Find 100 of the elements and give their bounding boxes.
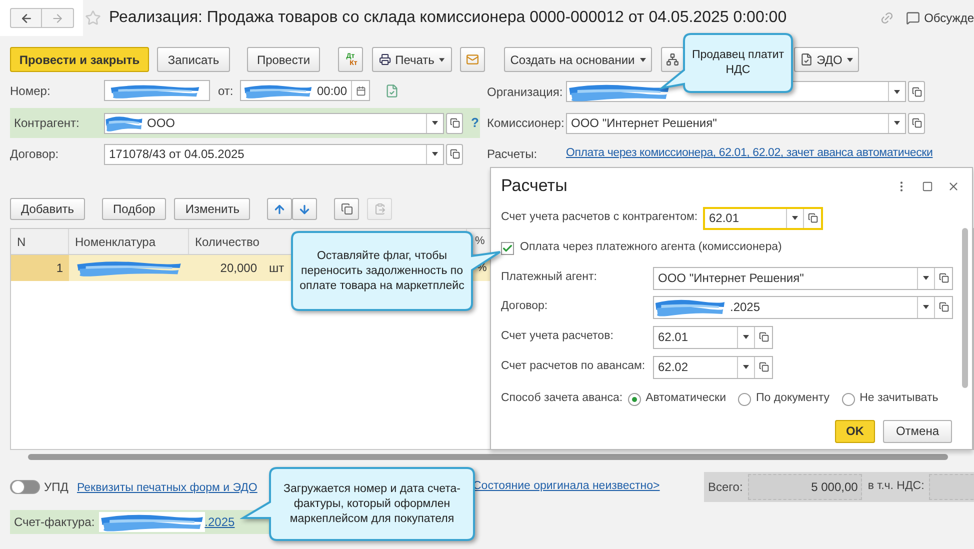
open-icon[interactable] [808, 213, 818, 223]
vat-label: в т.ч. НДС: [868, 479, 924, 494]
up-arrow-icon [273, 202, 286, 216]
field-label: Договор: [10, 146, 60, 163]
back-button[interactable] [10, 8, 42, 28]
upd-label: УПД [44, 479, 70, 496]
callout-tooltip: Продавец платит НДС [658, 32, 796, 96]
structure-button[interactable] [661, 47, 684, 72]
column-header[interactable]: % [475, 233, 485, 250]
caret-icon [894, 121, 900, 125]
open-icon [912, 86, 922, 96]
open-button[interactable] [446, 144, 463, 164]
settlements-link[interactable]: Оплата через комиссионера, 62.01, 62.02, зачет аванса автоматически [566, 145, 933, 163]
caret-icon [432, 152, 438, 156]
field-label: Счет учета расчетов с контрагентом: [501, 210, 699, 226]
input-field[interactable]: ООО "Интернет Решения" [566, 112, 906, 134]
caret-icon [923, 305, 929, 309]
input-field[interactable]: ООО [104, 112, 444, 134]
ok-button[interactable]: OK [834, 420, 875, 442]
document-check-icon [385, 84, 399, 98]
open-icon[interactable] [758, 362, 768, 372]
column-header[interactable]: Номенклатура [75, 232, 156, 250]
edo-button[interactable]: ЭДО [794, 47, 859, 72]
print-forms-link[interactable]: Реквизиты печатных форм и ЭДО [77, 482, 258, 494]
mail-button[interactable] [460, 47, 485, 72]
field-label: Расчеты: [487, 146, 538, 163]
radio-button[interactable] [738, 392, 752, 406]
account-field[interactable]: 62.01 [653, 326, 773, 348]
field-label: от: [218, 82, 234, 100]
field-label: Комиссионер: [487, 115, 566, 132]
document-icon [800, 53, 813, 66]
structure-icon [666, 53, 679, 66]
checkbox[interactable] [501, 242, 514, 254]
calendar-icon [356, 86, 366, 96]
field-label: Контрагент: [14, 115, 80, 132]
account-field[interactable]: 62.02 [653, 356, 773, 378]
scrollbar[interactable] [962, 228, 968, 388]
post-and-close-button[interactable]: Провести и закрыть [10, 47, 149, 72]
discussion-link[interactable]: Обсужде [924, 9, 974, 27]
toolbar-button[interactable]: Провести [247, 47, 320, 72]
field-label: Организация: [487, 84, 564, 100]
open-icon [450, 118, 460, 128]
open-icon[interactable] [938, 302, 948, 312]
copy-icon [340, 203, 353, 215]
table-cell-text: 1 [56, 260, 63, 277]
dialog-title: Расчеты [501, 175, 568, 198]
table-button[interactable]: Подбор [102, 198, 166, 220]
input-field[interactable]: .2025 [653, 296, 953, 318]
print-button[interactable]: Печать [372, 47, 452, 72]
horizontal-scrollbar[interactable] [28, 454, 948, 460]
help-mark[interactable]: ? [471, 113, 479, 133]
caret-icon [743, 365, 749, 369]
chat-icon[interactable] [906, 11, 920, 25]
radio-button[interactable] [842, 392, 855, 406]
column-header[interactable]: N [17, 232, 26, 250]
close-icon[interactable] [947, 180, 960, 192]
caret-icon [847, 58, 854, 62]
caret-icon [640, 58, 646, 62]
toolbar-button[interactable]: Записать [157, 47, 230, 72]
table-button[interactable]: Добавить [10, 198, 86, 220]
open-button[interactable] [908, 81, 925, 102]
radio-button[interactable] [628, 392, 641, 406]
field-label: Номер: [10, 82, 52, 100]
table-button[interactable]: Изменить [174, 198, 250, 220]
input-field[interactable] [104, 80, 210, 101]
forward-arrow-icon [51, 12, 64, 24]
open-button[interactable] [446, 112, 463, 134]
copy-button[interactable] [334, 198, 360, 220]
open-icon[interactable] [758, 332, 768, 342]
upd-toggle[interactable] [10, 480, 40, 494]
down-arrow-icon [298, 202, 312, 216]
radio-label: По документу [756, 391, 830, 406]
cancel-button[interactable]: Отмена [882, 420, 952, 442]
total-label: Всего: [708, 479, 743, 496]
open-icon [450, 149, 460, 159]
input-field[interactable]: ООО "Интернет Решения" [653, 266, 953, 290]
radio-label: Автоматически [646, 391, 726, 406]
clipboard-icon [374, 203, 386, 215]
favorite-star-icon[interactable] [85, 10, 101, 26]
move-up-button[interactable] [267, 198, 292, 220]
total-field: 5 000,00 [748, 474, 862, 500]
open-icon[interactable] [938, 273, 948, 283]
field-label: Счет учета расчетов: [501, 329, 614, 344]
account-field[interactable]: 62.01 [703, 206, 823, 230]
caret-icon [923, 276, 929, 280]
input-field[interactable]: 171078/43 от 04.05.2025 [104, 144, 444, 164]
create-based-on-button[interactable]: Создать на основании [504, 47, 652, 72]
caret-icon [743, 335, 749, 339]
table-cell-text: шт [269, 260, 284, 277]
radio-label: Не зачитывать [860, 391, 938, 406]
printer-icon [379, 53, 392, 66]
checkbox-label: Оплата через платежного агента (комиссионера) [520, 240, 782, 256]
invoice-link[interactable]: .2025 [204, 513, 235, 531]
maximize-icon[interactable] [922, 180, 933, 192]
column-header[interactable]: Количество [195, 232, 260, 250]
date-field[interactable]: 00:00 [240, 80, 370, 101]
field-label: Способ зачета аванса: [501, 391, 623, 406]
move-down-button[interactable] [292, 198, 318, 220]
window-title: Реализация: Продажа товаров со склада комиссионера 0000-000012 от 04.05.2025 0:00:00 [109, 8, 787, 28]
open-button[interactable] [908, 112, 925, 134]
